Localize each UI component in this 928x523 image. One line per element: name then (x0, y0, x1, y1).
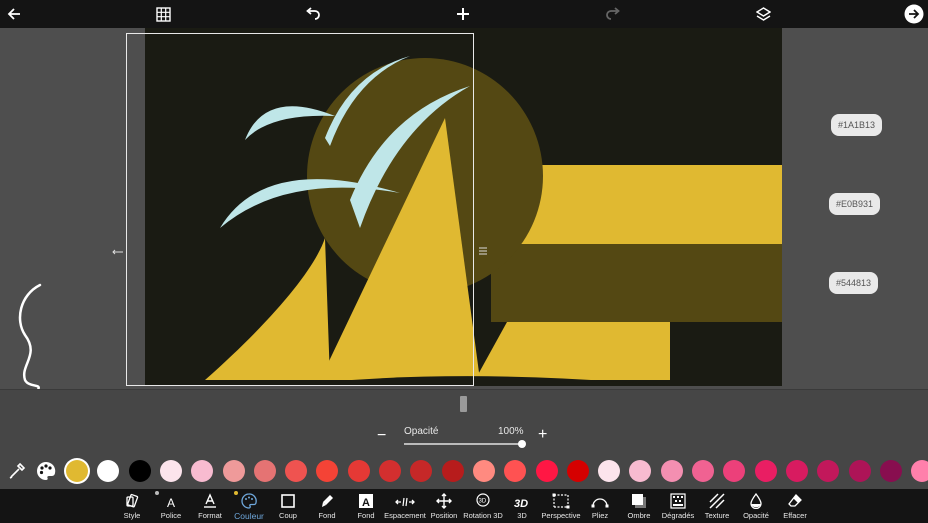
opacity-value: 100% (498, 426, 524, 437)
tool-label: Effacer (783, 511, 807, 520)
fold-icon (591, 489, 609, 509)
color-swatch[interactable] (159, 460, 182, 482)
opacity-row (0, 421, 928, 453)
tool-label: Style (123, 511, 141, 520)
color-swatch[interactable] (441, 460, 464, 482)
color-swatch[interactable] (285, 460, 308, 482)
svg-text:A: A (167, 496, 175, 509)
layers-icon[interactable] (749, 0, 777, 28)
texture-icon (709, 489, 725, 509)
color-tag-yellow[interactable]: #E0B931 (829, 193, 881, 215)
color-swatch[interactable] (128, 460, 151, 482)
eyedropper-icon[interactable] (8, 462, 26, 480)
color-swatch[interactable] (598, 460, 621, 482)
eraser-icon (787, 489, 803, 509)
text-background-icon: A (358, 489, 374, 509)
opacity-label: Opacité (404, 426, 439, 437)
color-swatch[interactable] (660, 460, 683, 482)
tool-label: 3D (517, 511, 527, 520)
undo-icon[interactable] (299, 0, 327, 28)
tool-label: Police (160, 511, 182, 520)
color-swatch[interactable] (566, 460, 589, 482)
svg-text:A: A (362, 497, 370, 509)
drag-handle[interactable] (460, 396, 467, 412)
add-icon[interactable] (449, 0, 477, 28)
opacity-slider-thumb[interactable] (518, 440, 526, 448)
tool-label: Ombre (627, 511, 651, 520)
palette-icon (241, 489, 257, 509)
opacity-minus-button[interactable]: − (377, 428, 389, 444)
shadow-icon (631, 489, 647, 509)
color-tag-olive[interactable]: #544813 (829, 272, 879, 294)
redo-icon[interactable] (599, 0, 627, 28)
resize-handle-right[interactable] (477, 244, 489, 256)
gradient-icon (670, 489, 686, 509)
color-swatch[interactable] (911, 460, 928, 482)
format-icon (202, 489, 218, 509)
color-swatch[interactable] (222, 460, 245, 482)
grid-icon[interactable] (149, 0, 177, 28)
color-swatch[interactable] (253, 460, 276, 482)
opacity-slider-track[interactable] (404, 443, 522, 445)
perspective-icon (552, 489, 570, 509)
color-swatch[interactable] (535, 460, 558, 482)
color-swatch[interactable] (754, 460, 777, 482)
color-swatch[interactable] (692, 460, 714, 482)
tool-label: Fond (318, 511, 336, 520)
font-icon: A (165, 489, 177, 509)
rotation-3d-icon: 3D (474, 489, 492, 509)
three-d-icon: 3D (513, 489, 531, 509)
canvas-margin-top-right (782, 28, 928, 86)
svg-text:3D: 3D (514, 498, 528, 509)
color-swatch[interactable] (347, 460, 370, 482)
tool-label: Pliez (591, 511, 609, 520)
tool-label: Coup (279, 511, 297, 520)
svg-text:3D: 3D (479, 499, 487, 505)
color-swatch[interactable] (848, 460, 871, 482)
canvas-margin-bottom-right (782, 322, 928, 389)
top-toolbar (0, 0, 928, 28)
stroke-icon (280, 489, 296, 509)
color-swatch[interactable] (879, 460, 902, 482)
back-arrow-icon[interactable] (0, 0, 28, 28)
color-swatch[interactable] (785, 460, 808, 482)
color-swatch[interactable] (66, 460, 88, 482)
position-icon (436, 489, 452, 509)
brush-icon (319, 489, 335, 509)
tool-eraser[interactable]: Effacer (765, 489, 825, 523)
opacity-plus-button[interactable]: + (538, 427, 552, 443)
tool-label: Fond (357, 511, 375, 520)
color-swatch[interactable] (472, 460, 495, 482)
resize-handle-left[interactable] (112, 244, 124, 255)
next-arrow-icon[interactable] (900, 0, 928, 28)
color-tag-dark[interactable]: #1A1B13 (831, 114, 883, 136)
style-icon (124, 489, 140, 509)
spacing-icon (395, 489, 415, 509)
opacity-icon (749, 489, 763, 509)
color-swatch[interactable] (379, 460, 401, 482)
selection-frame[interactable] (126, 33, 474, 386)
palette-picker-icon[interactable] (36, 461, 56, 481)
